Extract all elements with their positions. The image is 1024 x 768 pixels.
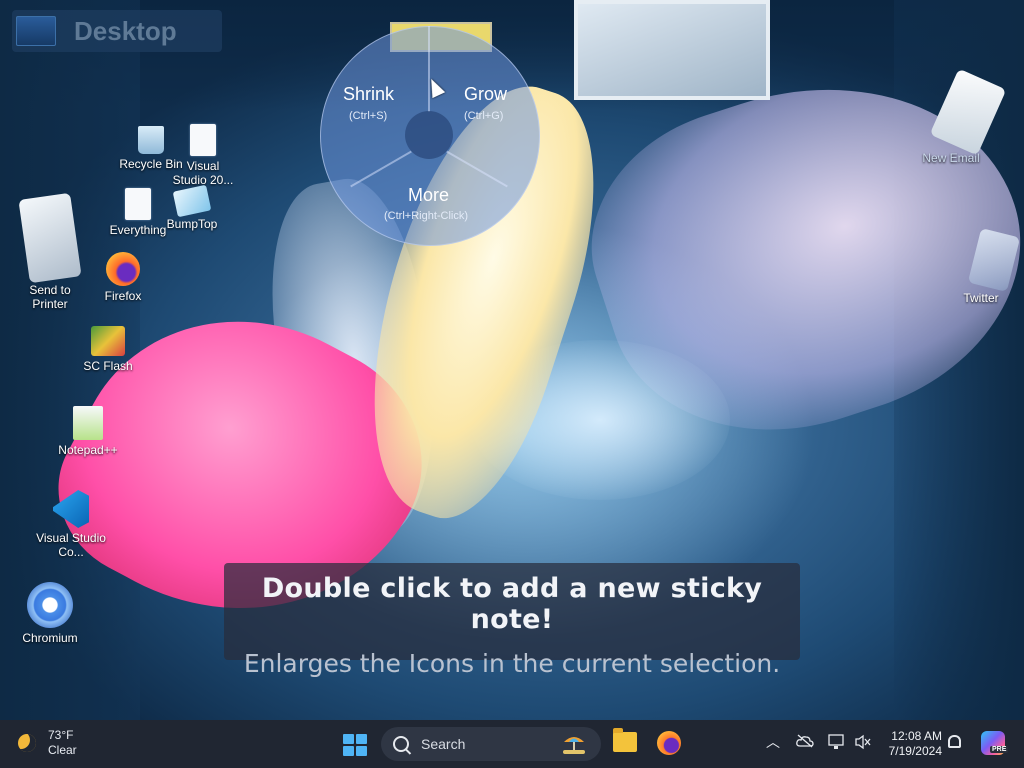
visual-studio-code-shortcut[interactable]: Visual Studio Co... bbox=[36, 490, 106, 559]
firefox-icon bbox=[106, 252, 140, 286]
recycle-bin-icon bbox=[138, 126, 164, 154]
pie-more-label[interactable]: More bbox=[408, 185, 449, 206]
visual-studio-20-shortcut[interactable]: Visual Studio 20... bbox=[172, 124, 234, 187]
network-icon[interactable] bbox=[828, 734, 846, 750]
chromium-label: Chromium bbox=[22, 631, 78, 645]
notification-bell-icon[interactable] bbox=[948, 735, 961, 748]
weather-temperature: 73°F bbox=[48, 728, 74, 742]
search-placeholder: Search bbox=[421, 736, 466, 752]
twitter-shortcut[interactable]: Twitter bbox=[944, 227, 1021, 305]
everything-label: Everything bbox=[109, 223, 167, 237]
onedrive-cloud-icon[interactable] bbox=[796, 734, 814, 748]
firefox-label: Firefox bbox=[104, 289, 142, 303]
pie-shrink-shortcut: (Ctrl+S) bbox=[349, 110, 388, 122]
desktop-title-bar: Desktop bbox=[12, 10, 222, 52]
weather-condition: Clear bbox=[48, 743, 77, 757]
bumptop-label: BumpTop bbox=[166, 217, 218, 231]
notepadpp-icon bbox=[73, 406, 103, 440]
windows-logo-tile bbox=[356, 746, 367, 756]
sc-flash-label: SC Flash bbox=[83, 359, 133, 373]
visual-studio-20-label: Visual Studio 20... bbox=[172, 159, 234, 187]
notepadpp-shortcut[interactable]: Notepad++ bbox=[56, 406, 120, 457]
printer-icon bbox=[18, 192, 82, 284]
visual-studio-code-label: Visual Studio Co... bbox=[36, 531, 106, 559]
tooltip-line-1: Double click to add a new sticky note! bbox=[261, 573, 763, 635]
wall-photo-frame[interactable] bbox=[574, 0, 770, 100]
send-to-printer-label: Send to Printer bbox=[29, 283, 71, 311]
clock-time: 12:08 AM bbox=[891, 729, 942, 743]
email-icon bbox=[929, 68, 1007, 156]
weather-widget[interactable]: 73°F Clear bbox=[18, 728, 77, 758]
everything-shortcut[interactable]: Everything bbox=[106, 188, 170, 237]
moon-icon bbox=[18, 734, 36, 752]
pie-grow-shortcut: (Ctrl+G) bbox=[464, 110, 504, 122]
volume-muted-icon[interactable] bbox=[854, 734, 872, 750]
pie-menu-center bbox=[405, 111, 453, 159]
document-icon bbox=[190, 124, 216, 156]
taskbar-clock[interactable]: 12:08 AM 7/19/2024 bbox=[880, 729, 942, 759]
pie-grow-label[interactable]: Grow bbox=[464, 84, 507, 105]
copilot-preview-badge: PRE bbox=[990, 746, 1009, 753]
chevron-up-icon[interactable]: ︿ bbox=[766, 732, 780, 752]
bumptop-shortcut[interactable]: BumpTop bbox=[162, 184, 222, 231]
windows-logo-tile bbox=[343, 734, 354, 744]
windows-logo-tile bbox=[356, 734, 367, 744]
twitter-label: Twitter bbox=[963, 291, 999, 305]
file-explorer-icon[interactable] bbox=[613, 728, 637, 752]
start-button[interactable] bbox=[343, 734, 367, 756]
send-to-printer-shortcut[interactable]: Send to Printer bbox=[2, 192, 98, 311]
firefox-shortcut[interactable]: Firefox bbox=[96, 252, 150, 303]
help-tooltip: Double click to add a new sticky note! E… bbox=[224, 563, 800, 678]
firefox-taskbar-icon[interactable] bbox=[657, 731, 681, 755]
document-icon bbox=[125, 188, 151, 220]
tooltip-line-2: Enlarges the Icons in the current select… bbox=[243, 649, 781, 678]
pie-shrink-label[interactable]: Shrink bbox=[343, 84, 394, 105]
notepadpp-label: Notepad++ bbox=[58, 443, 118, 457]
sc-flash-icon bbox=[91, 326, 125, 356]
chromium-icon bbox=[27, 582, 73, 628]
sc-flash-shortcut[interactable]: SC Flash bbox=[80, 326, 136, 373]
bumptop-desktop[interactable]: Desktop Shrink (Ctrl+S) Grow (Ctrl+G) Mo… bbox=[0, 0, 1024, 720]
beach-umbrella-icon bbox=[563, 737, 585, 754]
windows-logo-tile bbox=[343, 746, 354, 756]
monitor-icon bbox=[16, 16, 56, 46]
desktop-title: Desktop bbox=[74, 15, 177, 46]
taskbar: 73°F Clear Search ︿ 12:08 AM 7/19/2024 P… bbox=[0, 720, 1024, 768]
pie-more-shortcut: (Ctrl+Right-Click) bbox=[384, 210, 469, 222]
new-email-shortcut[interactable]: New Email bbox=[906, 68, 1007, 165]
taskbar-search-box[interactable]: Search bbox=[381, 727, 601, 761]
bumptop-icon bbox=[172, 184, 212, 218]
twitter-icon bbox=[967, 227, 1021, 293]
chromium-shortcut[interactable]: Chromium bbox=[18, 582, 82, 645]
clock-date: 7/19/2024 bbox=[888, 744, 942, 758]
search-icon bbox=[393, 736, 409, 752]
pie-divider bbox=[428, 26, 430, 112]
vscode-icon bbox=[53, 490, 89, 528]
